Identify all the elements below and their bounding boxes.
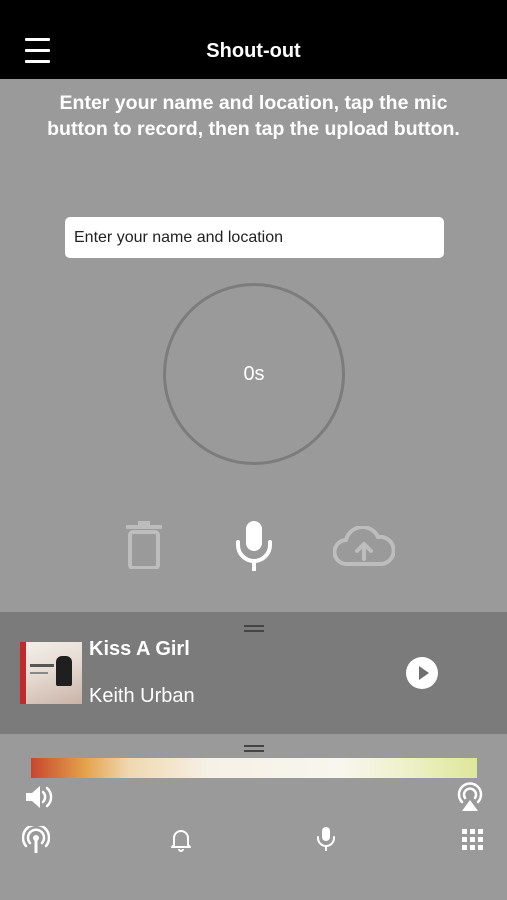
bell-icon[interactable] xyxy=(170,828,192,857)
now-playing-bar[interactable]: Kiss A Girl Keith Urban xyxy=(0,612,507,734)
microphone-nav-icon[interactable] xyxy=(316,826,336,857)
volume-icon[interactable] xyxy=(24,783,54,816)
airplay-icon[interactable] xyxy=(454,780,486,817)
song-title: Kiss A Girl xyxy=(89,638,190,660)
instructions-text: Enter your name and location, tap the mi… xyxy=(47,92,460,140)
record-timer-circle: 0s xyxy=(163,283,345,465)
banner-drag-handle[interactable] xyxy=(244,745,264,752)
song-artist: Keith Urban xyxy=(89,685,195,707)
app-header: Shout-out xyxy=(0,0,507,79)
play-button[interactable] xyxy=(406,657,438,689)
grid-menu-icon[interactable] xyxy=(462,829,484,856)
now-playing-handle[interactable] xyxy=(244,625,264,632)
cloud-upload-icon[interactable] xyxy=(333,526,395,568)
page-title: Shout-out xyxy=(206,40,301,62)
trash-icon[interactable] xyxy=(125,521,163,569)
microphone-icon[interactable] xyxy=(233,520,275,572)
ad-banner[interactable] xyxy=(31,758,477,778)
timer-value: 0s xyxy=(243,362,265,385)
radio-stream-icon[interactable] xyxy=(21,823,51,859)
name-location-input[interactable] xyxy=(65,217,444,258)
album-art xyxy=(20,642,82,704)
